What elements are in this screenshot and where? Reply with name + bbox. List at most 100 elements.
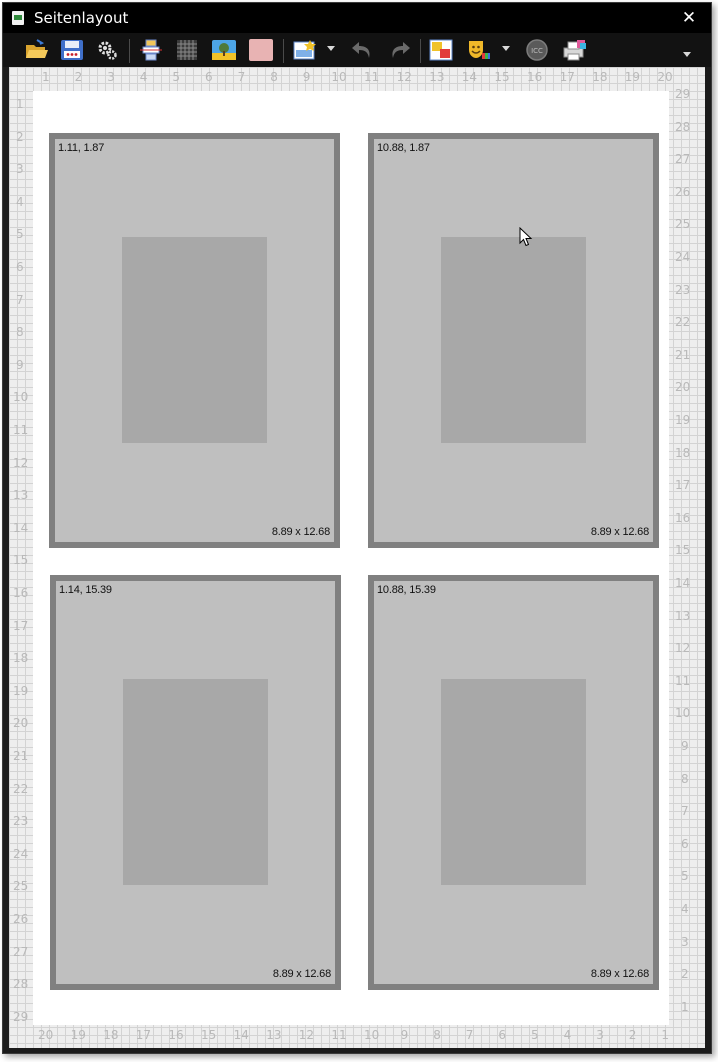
page-sheet[interactable]: 1.11, 1.87 8.89 x 12.68 10.88, 1.87 8.89…: [33, 91, 669, 1025]
image-placeholder: [441, 679, 586, 885]
redo-icon[interactable]: [388, 39, 410, 61]
ruler-label: 24: [675, 250, 691, 264]
ruler-label: 7: [237, 70, 246, 84]
settings-icon[interactable]: [97, 39, 119, 61]
image-cell[interactable]: 1.14, 15.39 8.89 x 12.68: [50, 575, 341, 990]
ruler-label: 3: [16, 162, 24, 177]
ruler-label: 9: [400, 1028, 409, 1042]
ruler-label: 4: [139, 70, 148, 84]
ruler-label: 5: [681, 869, 689, 884]
ruler-label: 10: [675, 706, 691, 721]
ruler-label: 13: [266, 1028, 282, 1042]
ruler-label: 15: [201, 1028, 217, 1042]
ruler-label: 2: [74, 70, 83, 84]
ruler-label: 10: [331, 70, 347, 84]
ruler-label: 1: [42, 70, 50, 84]
cell-size: 8.89 x 12.68: [271, 526, 330, 538]
cell-position: 10.88, 1.87: [377, 142, 430, 154]
ruler-label: 15: [13, 553, 29, 568]
ruler-label: 4: [563, 1028, 572, 1042]
ruler-label: 4: [681, 902, 689, 916]
title-bar[interactable]: Seitenlayout ✕: [3, 3, 711, 33]
toolbar-overflow-arrow[interactable]: [683, 52, 691, 57]
open-folder-icon[interactable]: [25, 39, 48, 61]
ruler-label: 14: [461, 70, 478, 84]
ruler-label: 5: [172, 70, 181, 84]
ruler-label: 13: [675, 608, 691, 623]
add-image-dropdown-arrow[interactable]: [327, 46, 335, 51]
ruler-label: 7: [681, 804, 689, 819]
ruler-label: 6: [498, 1028, 507, 1042]
image-cell[interactable]: 10.88, 15.39 8.89 x 12.68: [368, 575, 659, 990]
ruler-label: 26: [13, 912, 29, 926]
ruler-label: 16: [527, 70, 543, 84]
ruler-label: 2: [681, 967, 689, 982]
ruler-label: 3: [596, 1028, 604, 1042]
grid-icon[interactable]: [176, 39, 198, 61]
save-icon[interactable]: [60, 39, 83, 61]
window-title: Seitenlayout: [34, 9, 129, 27]
ruler-label: 6: [205, 70, 213, 84]
ruler-label: 2: [628, 1028, 637, 1042]
ruler-label: 22: [675, 315, 691, 330]
mask-color-dropdown-arrow[interactable]: [502, 46, 510, 51]
ruler-bottom: 20 19 18 17 16 15 14 13 12 11 10 9 8 7 6 5 4 3 2 1: [9, 1025, 705, 1047]
toolbar: ICC: [3, 33, 711, 67]
ruler-label: 29: [13, 1009, 29, 1024]
ruler-label: 18: [592, 70, 608, 84]
color-fill-icon[interactable]: [249, 39, 273, 61]
ruler-label: 5: [16, 227, 24, 242]
page-layout-canvas[interactable]: 1 2 3 4 5 6 7 8 9 10 11 12 13 14 15 16 17 18 19 20 20 19 18 17…: [9, 67, 705, 1048]
ruler-label: 15: [494, 70, 510, 84]
ruler-label: 18: [103, 1028, 119, 1042]
ruler-label: 17: [675, 478, 691, 493]
ruler-label: 9: [681, 739, 689, 753]
mouse-cursor-icon: [519, 227, 533, 247]
ruler-label: 28: [675, 119, 691, 134]
cell-position: 1.14, 15.39: [59, 584, 112, 596]
ruler-label: 9: [302, 70, 311, 84]
ruler-label: 7: [465, 1028, 474, 1042]
close-button[interactable]: ✕: [677, 6, 701, 30]
ruler-label: 26: [675, 184, 691, 199]
undo-icon[interactable]: [350, 39, 372, 61]
toolbar-separator: [129, 39, 130, 63]
ruler-label: 6: [16, 260, 24, 274]
ruler-label: 11: [364, 70, 380, 84]
ruler-label: 14: [13, 520, 29, 535]
ruler-label: 6: [681, 836, 689, 851]
ruler-label: 12: [13, 455, 29, 470]
add-image-icon[interactable]: [293, 39, 316, 61]
ruler-label: 12: [396, 70, 412, 84]
ruler-label: 23: [675, 282, 691, 297]
ruler-label: 25: [675, 217, 691, 232]
toolbar-separator: [420, 39, 421, 63]
ruler-label: 4: [16, 194, 24, 209]
ruler-label: 17: [13, 618, 29, 633]
ruler-label: 23: [13, 814, 29, 829]
ruler-label: 10: [13, 390, 29, 405]
svg-text:ICC: ICC: [531, 47, 543, 55]
image-cell[interactable]: 10.88, 1.87 8.89 x 12.68: [368, 133, 659, 548]
seitenlayout-window: Seitenlayout ✕ ICC 1 2 3 4 5 6 7 8 9 10 …: [2, 2, 712, 1054]
icc-icon[interactable]: ICC: [525, 39, 548, 61]
ruler-label: 19: [13, 683, 29, 698]
frames-icon[interactable]: [429, 39, 453, 61]
ruler-label: 22: [13, 781, 29, 796]
image-cell[interactable]: 1.11, 1.87 8.89 x 12.68: [49, 133, 340, 548]
layout-icon[interactable]: [140, 39, 162, 61]
image-icon[interactable]: [212, 39, 236, 61]
ruler-label: 10: [364, 1028, 380, 1042]
ruler-label: 19: [675, 413, 691, 427]
ruler-label: 19: [70, 1028, 86, 1042]
toolbar-separator: [283, 39, 284, 63]
ruler-label: 18: [675, 445, 691, 460]
ruler-label: 24: [13, 846, 29, 861]
ruler-label: 5: [531, 1028, 539, 1042]
ruler-label: 25: [13, 879, 29, 894]
ruler-label: 13: [429, 70, 445, 84]
ruler-label: 8: [16, 325, 24, 340]
mask-color-icon[interactable]: [466, 39, 490, 61]
ruler-label: 20: [38, 1028, 54, 1042]
print-icon[interactable]: [561, 39, 586, 61]
